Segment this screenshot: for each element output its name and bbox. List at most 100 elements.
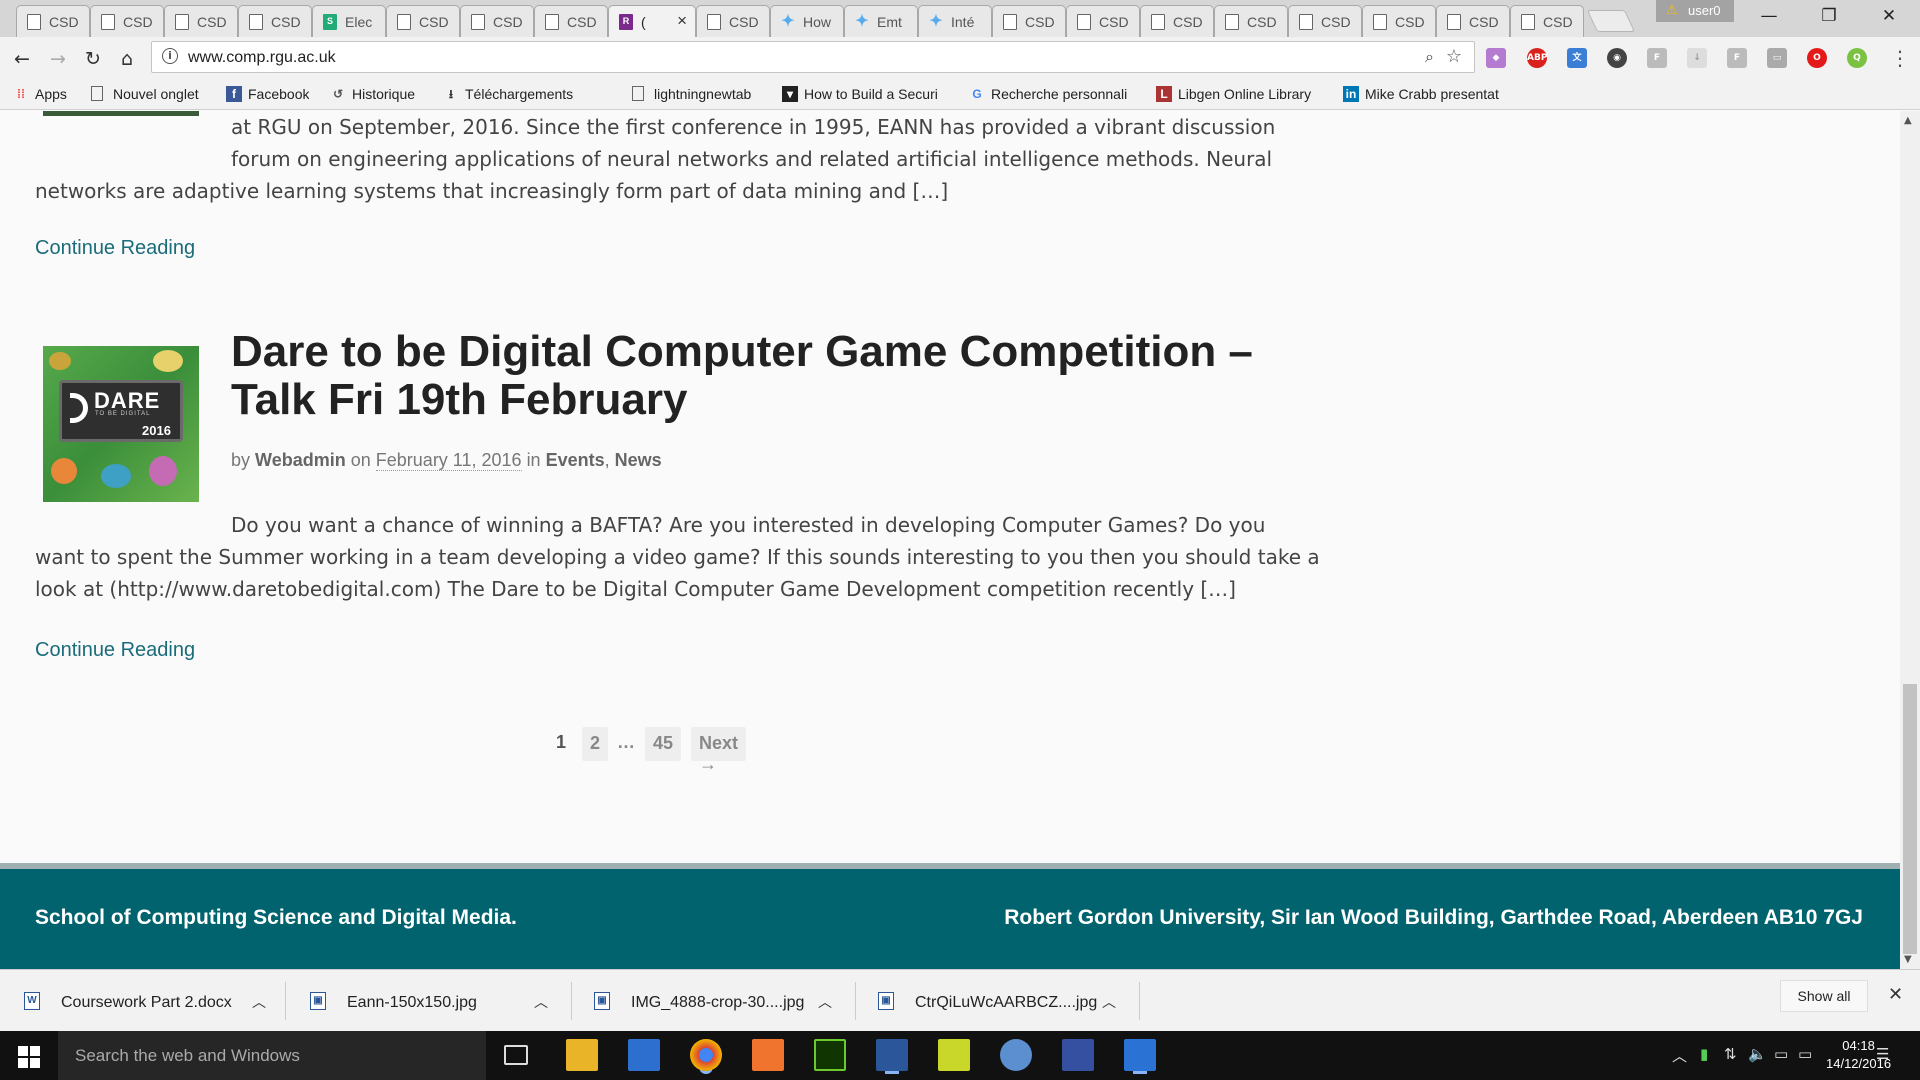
app-icon[interactable] xyxy=(1124,1039,1156,1071)
extension-icon[interactable]: ▭ xyxy=(1767,48,1787,68)
home-button[interactable]: ⌂ xyxy=(114,46,140,72)
browser-tab[interactable]: CSD xyxy=(1214,5,1288,37)
close-window-button[interactable]: ✕ xyxy=(1866,0,1912,32)
download-item[interactable]: ▣ Eann-150x150.jpg ︿ xyxy=(310,982,572,1020)
chevron-up-icon[interactable]: ︿ xyxy=(534,992,548,1012)
file-explorer-icon[interactable] xyxy=(566,1039,598,1071)
volume-icon[interactable]: 🔈 xyxy=(1748,1045,1767,1063)
sticky-notes-icon[interactable] xyxy=(938,1039,970,1071)
bookmark-item[interactable]: lightningnewtab xyxy=(632,86,751,102)
browser-tab[interactable]: ✦ Inté xyxy=(918,5,992,37)
dreamweaver-icon[interactable] xyxy=(814,1039,846,1071)
browser-tab[interactable]: CSD xyxy=(1436,5,1510,37)
author-link[interactable]: Webadmin xyxy=(255,450,346,470)
extension-icon[interactable]: ↓ xyxy=(1687,48,1707,68)
scrollbar[interactable]: ▲ ▼ xyxy=(1900,111,1920,969)
browser-tab[interactable]: CSD xyxy=(460,5,534,37)
extension-icon[interactable]: ◉ xyxy=(1607,48,1627,68)
download-item[interactable]: W Coursework Part 2.docx ︿ xyxy=(24,982,286,1020)
bookmark-item[interactable]: Nouvel onglet xyxy=(91,86,199,102)
chevron-up-icon[interactable]: ︿ xyxy=(1102,992,1116,1012)
post-thumbnail[interactable]: DARE TO BE DIGITAL 2016 xyxy=(43,346,199,502)
browser-tab[interactable]: ✦ Emt xyxy=(844,5,918,37)
browser-tab[interactable]: CSD xyxy=(1288,5,1362,37)
extension-icon[interactable]: F xyxy=(1727,48,1747,68)
address-bar[interactable]: i www.comp.rgu.ac.uk ⌕ ☆ xyxy=(151,41,1475,73)
chrome-icon[interactable] xyxy=(690,1039,722,1071)
page-link-2[interactable]: 2 xyxy=(582,727,609,761)
zoom-icon[interactable]: ⌕ xyxy=(1425,47,1434,67)
download-item[interactable]: ▣ IMG_4888-crop-30....jpg ︿ xyxy=(594,982,856,1020)
bookmark-item[interactable]: G Recherche personnali xyxy=(969,86,1135,102)
reload-button[interactable]: ↻ xyxy=(80,46,106,72)
extension-icon[interactable]: Q xyxy=(1847,48,1867,68)
menu-icon[interactable]: ⋮ xyxy=(1890,46,1910,70)
previous-post-thumbnail[interactable] xyxy=(43,111,199,116)
browser-tab[interactable]: CSD xyxy=(238,5,312,37)
bookmark-star-icon[interactable]: ☆ xyxy=(1446,46,1462,67)
bookmark-item[interactable]: ⭳ Téléchargements xyxy=(443,86,573,102)
battery-app-icon[interactable]: ▮ xyxy=(1700,1045,1708,1063)
browser-tab[interactable]: CSD xyxy=(992,5,1066,37)
category-link-events[interactable]: Events xyxy=(546,450,605,470)
url-text[interactable]: www.comp.rgu.ac.uk xyxy=(188,49,336,67)
chevron-up-icon[interactable]: ︿ xyxy=(818,992,832,1012)
browser-tab-active[interactable]: R(× xyxy=(608,5,696,37)
app-icon[interactable] xyxy=(1062,1039,1094,1071)
scroll-down-icon[interactable]: ▼ xyxy=(1904,954,1912,965)
chevron-up-icon[interactable]: ︿ xyxy=(252,992,266,1012)
restore-button[interactable]: ❐ xyxy=(1806,0,1852,32)
scroll-up-icon[interactable]: ▲ xyxy=(1904,115,1912,126)
profile-button[interactable]: ⚠ user0 xyxy=(1656,0,1734,22)
category-link-news[interactable]: News xyxy=(615,450,662,470)
display-icon[interactable]: ▭ xyxy=(1798,1045,1812,1063)
show-all-button[interactable]: Show all xyxy=(1780,980,1868,1012)
bookmark-item[interactable]: ▾ How to Build a Securi xyxy=(782,86,948,102)
new-tab-button[interactable] xyxy=(1586,10,1636,32)
store-icon[interactable] xyxy=(628,1039,660,1071)
post-title[interactable]: Dare to be Digital Computer Game Competi… xyxy=(231,328,1253,424)
chevron-up-icon[interactable]: ︿ xyxy=(1672,1045,1687,1066)
continue-reading-link[interactable]: Continue Reading xyxy=(35,639,195,662)
browser-tab[interactable]: CSD xyxy=(534,5,608,37)
bookmark-item[interactable]: in Mike Crabb presentat xyxy=(1343,86,1511,102)
system-clock[interactable]: 04:18 14/12/2016 xyxy=(1826,1037,1891,1073)
battery-icon[interactable]: ▭ xyxy=(1774,1045,1788,1063)
minimize-button[interactable]: — xyxy=(1746,0,1792,32)
bookmark-apps[interactable]: ⁞⁞ Apps xyxy=(13,86,67,102)
taskbar-search-box[interactable]: Search the web and Windows xyxy=(58,1031,486,1080)
browser-tab[interactable]: CSD xyxy=(1362,5,1436,37)
back-button[interactable]: ← xyxy=(9,46,35,72)
paint-icon[interactable] xyxy=(1000,1039,1032,1071)
close-tab-icon[interactable]: × xyxy=(677,11,687,31)
browser-tab[interactable]: ✦ How xyxy=(770,5,844,37)
forward-button[interactable]: → xyxy=(45,46,71,72)
continue-reading-link[interactable]: Continue Reading xyxy=(35,237,195,260)
browser-tab[interactable]: CSD xyxy=(164,5,238,37)
browser-tab[interactable]: CSD xyxy=(16,5,90,37)
page-link-45[interactable]: 45 xyxy=(645,727,682,761)
browser-tab[interactable]: CSD xyxy=(1140,5,1214,37)
media-player-icon[interactable] xyxy=(752,1039,784,1071)
word-icon[interactable] xyxy=(876,1039,908,1071)
task-view-icon[interactable] xyxy=(504,1045,528,1065)
scrollbar-thumb[interactable] xyxy=(1903,684,1917,954)
browser-tab[interactable]: S Elec xyxy=(312,5,386,37)
translate-icon[interactable]: 文 xyxy=(1567,48,1587,68)
start-button[interactable] xyxy=(18,1046,40,1068)
download-item[interactable]: ▣ CtrQiLuWcAARBCZ....jpg ︿ xyxy=(878,982,1140,1020)
next-page-link[interactable]: Next → xyxy=(691,727,747,774)
opera-icon[interactable]: O xyxy=(1807,48,1827,68)
info-icon[interactable]: i xyxy=(162,48,178,64)
browser-tab[interactable]: CSD xyxy=(1066,5,1140,37)
bookmark-item[interactable]: f Facebook xyxy=(226,86,309,102)
bookmark-item[interactable]: L Libgen Online Library xyxy=(1156,86,1322,102)
extension-icon[interactable]: F xyxy=(1647,48,1667,68)
browser-tab[interactable]: CSD xyxy=(1510,5,1584,37)
bookmark-item[interactable]: ↺ Historique xyxy=(330,86,415,102)
adblock-icon[interactable]: ABP xyxy=(1527,48,1547,68)
network-icon[interactable]: ⇅ xyxy=(1724,1045,1737,1063)
browser-tab[interactable]: CSD xyxy=(90,5,164,37)
browser-tab[interactable]: CSD xyxy=(386,5,460,37)
extension-icon[interactable]: ◆ xyxy=(1486,48,1506,68)
